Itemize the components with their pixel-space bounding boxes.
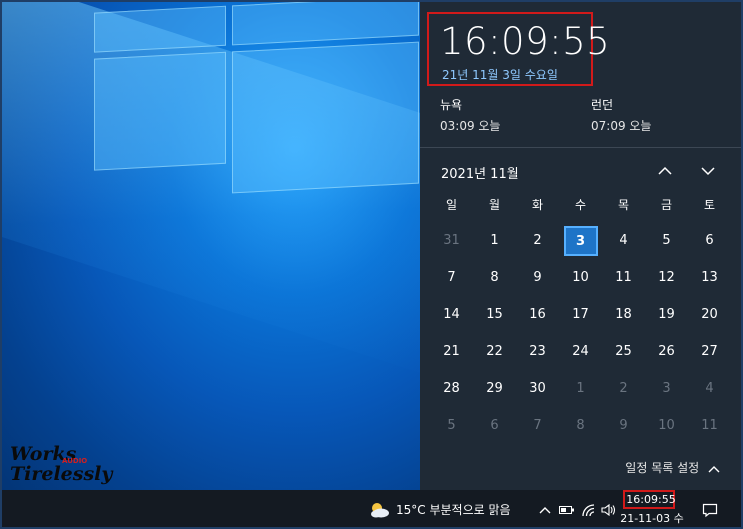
notification-icon [702, 503, 718, 517]
calendar-day[interactable]: 31 [430, 224, 473, 258]
calendar-day[interactable]: 3 [645, 372, 688, 406]
chevron-up-icon [539, 506, 551, 513]
calendar-day[interactable]: 26 [645, 335, 688, 369]
calendar-day[interactable]: 6 [473, 409, 516, 443]
wifi-icon [582, 503, 595, 516]
action-center-button[interactable] [702, 490, 718, 527]
world-clock-london: 런던 07:09 오늘 [591, 96, 651, 134]
tray-date: 21-11-03 수 [620, 512, 684, 525]
world-clock-city: 뉴욕 [440, 98, 463, 112]
world-clock-city: 런던 [591, 98, 614, 112]
logo-pane [232, 2, 419, 46]
battery-button[interactable] [559, 490, 575, 527]
calendar-day[interactable]: 11 [602, 261, 645, 295]
calendar-day[interactable]: 2 [602, 372, 645, 406]
weekday-label: 목 [617, 198, 630, 212]
calendar-day[interactable]: 15 [473, 298, 516, 332]
calendar-day[interactable]: 20 [688, 298, 731, 332]
show-hidden-icons-button[interactable] [538, 490, 552, 527]
clock-date-link[interactable]: 21년 11월 3일 수요일 [442, 66, 558, 83]
calendar-day[interactable]: 1 [559, 372, 602, 406]
agenda-settings-label: 일정 목록 설정 [625, 461, 700, 475]
logo-pane [94, 5, 226, 53]
calendar-day[interactable]: 30 [516, 372, 559, 406]
chevron-up-icon [658, 166, 672, 175]
calendar-day[interactable]: 8 [559, 409, 602, 443]
calendar-day[interactable]: 19 [645, 298, 688, 332]
watermark-line-2: Tirelessly [10, 463, 113, 485]
calendar-day[interactable]: 17 [559, 298, 602, 332]
world-clock-time: 07:09 오늘 [591, 119, 652, 133]
today-marker: 3 [563, 226, 598, 256]
chevron-down-icon [701, 167, 715, 176]
weekday-label: 일 [445, 198, 458, 212]
calendar-day[interactable]: 7 [516, 409, 559, 443]
calendar-day[interactable]: 29 [473, 372, 516, 406]
calendar-day[interactable]: 25 [602, 335, 645, 369]
desktop-wallpaper: Works Tirelessly AUDIO [2, 2, 420, 490]
flyout-divider [420, 147, 741, 148]
calendar-day[interactable]: 27 [688, 335, 731, 369]
previous-month-button[interactable] [656, 163, 674, 179]
chevron-up-icon [708, 465, 720, 472]
partly-cloudy-icon [371, 502, 389, 517]
calendar-day[interactable]: 16 [516, 298, 559, 332]
calendar-day[interactable]: 9 [516, 261, 559, 295]
speaker-icon [601, 503, 616, 516]
weekday-label: 화 [531, 198, 544, 212]
next-month-button[interactable] [699, 163, 717, 179]
screenshot-frame: Works Tirelessly AUDIO 16:09:55 21년 11월 … [0, 0, 743, 529]
calendar-day[interactable]: 4 [688, 372, 731, 406]
calendar-day[interactable]: 2 [516, 224, 559, 258]
world-clock-newyork: 뉴욕 03:09 오늘 [440, 96, 500, 134]
clock-highlight-box: 16:09:55 21년 11월 3일 수요일 [427, 12, 610, 86]
calendar-day[interactable]: 8 [473, 261, 516, 295]
calendar-day[interactable]: 28 [430, 372, 473, 406]
calendar-day[interactable]: 7 [430, 261, 473, 295]
calendar-day[interactable]: 24 [559, 335, 602, 369]
clock-time: 16:09:55 [440, 20, 611, 63]
calendar-day[interactable]: 22 [473, 335, 516, 369]
calendar-day[interactable]: 10 [559, 261, 602, 295]
network-button[interactable] [581, 490, 597, 527]
taskbar: 15°C 부분적으로 맑음 16:09:55 21-11-03 수 [2, 490, 741, 527]
logo-pane [94, 51, 226, 171]
calendar-day[interactable]: 9 [602, 409, 645, 443]
weather-widget[interactable]: 15°C 부분적으로 맑음 [368, 490, 511, 527]
volume-button[interactable] [601, 490, 617, 527]
calendar-month-label[interactable]: 2021년 11월 [441, 163, 519, 182]
calendar-day[interactable]: 6 [688, 224, 731, 258]
weekday-label: 금 [660, 198, 673, 212]
calendar-day[interactable]: 21 [430, 335, 473, 369]
calendar-day[interactable]: 14 [430, 298, 473, 332]
watermark-audio-badge: AUDIO [62, 457, 88, 465]
weekday-label: 월 [488, 198, 501, 212]
clock-calendar-flyout: 16:09:55 21년 11월 3일 수요일 뉴욕 03:09 오늘 런던 0… [420, 2, 741, 490]
weather-text: 15°C 부분적으로 맑음 [396, 503, 511, 517]
calendar-day[interactable]: 5 [430, 409, 473, 443]
weekday-label: 토 [703, 198, 716, 212]
calendar-day[interactable]: 18 [602, 298, 645, 332]
calendar-day[interactable]: 11 [688, 409, 731, 443]
calendar-day[interactable]: 4 [602, 224, 645, 258]
calendar-day[interactable]: 23 [516, 335, 559, 369]
tray-time: 16:09:55 [626, 493, 676, 506]
calendar-day[interactable]: 1 [473, 224, 516, 258]
logo-pane [232, 41, 419, 194]
calendar-day[interactable]: 10 [645, 409, 688, 443]
agenda-settings-button[interactable]: 일정 목록 설정 [625, 459, 721, 476]
weekday-label: 수 [574, 198, 587, 212]
calendar-day[interactable]: 13 [688, 261, 731, 295]
windows-logo-wallpaper [94, 2, 420, 203]
world-clock-time: 03:09 오늘 [440, 119, 501, 133]
calendar-day[interactable]: 12 [645, 261, 688, 295]
taskbar-clock-button[interactable]: 16:09:55 21-11-03 수 [620, 490, 684, 527]
calendar-day-today[interactable]: 3 [559, 224, 602, 258]
watermark-logo: Works Tirelessly AUDIO [10, 444, 112, 484]
battery-icon [559, 505, 574, 514]
calendar-day[interactable]: 5 [645, 224, 688, 258]
